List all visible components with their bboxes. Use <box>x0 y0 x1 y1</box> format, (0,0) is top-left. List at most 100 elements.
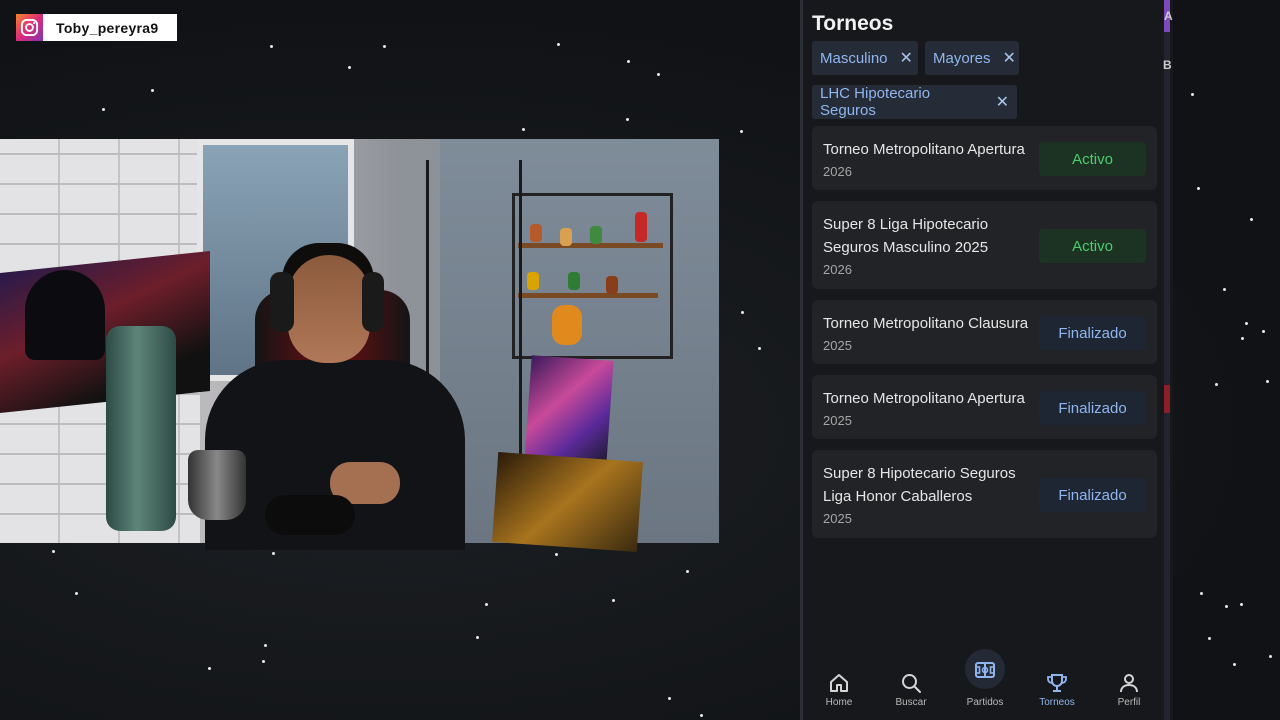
star <box>151 89 154 92</box>
nav-item-home[interactable]: Home <box>809 671 869 708</box>
tournament-card[interactable]: Torneo Metropolitano Apertura 2026 Activ… <box>812 126 1157 190</box>
status-badge: Finalizado <box>1039 391 1146 425</box>
star <box>348 66 351 69</box>
star <box>102 108 105 111</box>
star <box>208 667 211 670</box>
star <box>1200 592 1203 595</box>
nav-label: Partidos <box>966 697 1004 708</box>
star <box>262 660 265 663</box>
star <box>264 644 267 647</box>
status-badge: Activo <box>1039 229 1146 263</box>
edge-text: A <box>1164 9 1173 23</box>
star <box>741 311 744 314</box>
instagram-handle: Toby_pereyra9 <box>56 19 159 36</box>
star <box>627 60 630 63</box>
filter-chip-label: LHC Hipotecario Seguros <box>820 85 931 119</box>
star <box>668 697 671 700</box>
star <box>700 714 703 717</box>
close-icon[interactable]: ✕ <box>900 48 913 68</box>
star <box>626 118 629 121</box>
star <box>383 45 386 48</box>
tournament-year: 2025 <box>823 511 852 526</box>
close-icon[interactable]: ✕ <box>1003 48 1016 68</box>
nav-label: Torneos <box>1039 697 1075 708</box>
star <box>1197 187 1200 190</box>
nav-label: Buscar <box>895 697 927 708</box>
tournament-name: Torneo Metropolitano Apertura <box>823 141 1025 158</box>
tournament-card[interactable]: Torneo Metropolitano Clausura 2025 Final… <box>812 300 1157 364</box>
tournament-card[interactable]: Super 8 Liga Hipotecario Seguros Masculi… <box>812 201 1157 289</box>
nav-label: Home <box>825 697 853 708</box>
figure <box>606 276 618 294</box>
star <box>1269 655 1272 658</box>
microphone <box>265 495 355 535</box>
instagram-icon <box>16 14 43 41</box>
figure <box>552 305 582 345</box>
star <box>758 347 761 350</box>
star <box>272 552 275 555</box>
star <box>476 636 479 639</box>
nav-item-torneos[interactable]: Torneos <box>1027 671 1087 708</box>
star <box>1215 383 1218 386</box>
tournament-year: 2026 <box>823 164 852 179</box>
filter-chip-label: Mayores <box>933 49 991 67</box>
filter-chip[interactable]: Masculino ✕ <box>812 41 918 75</box>
figure <box>527 272 539 290</box>
field-icon <box>975 662 995 678</box>
page-title: Torneos <box>812 12 894 35</box>
star <box>75 592 78 595</box>
person-icon <box>1120 674 1138 693</box>
star <box>1245 322 1248 325</box>
phone-edge-accent <box>1164 385 1170 413</box>
tournament-name: Super 8 Hipotecario Seguros Liga Honor C… <box>823 465 1016 505</box>
nav-item-partidos[interactable]: Partidos <box>955 658 1015 708</box>
tournament-name: Torneo Metropolitano Clausura <box>823 315 1029 332</box>
star <box>657 73 660 76</box>
tournament-year: 2026 <box>823 262 852 277</box>
close-icon[interactable]: ✕ <box>996 92 1009 112</box>
headset <box>362 272 384 332</box>
filter-chip[interactable]: LHC Hipotecario Seguros ✕ <box>812 85 1017 119</box>
star <box>270 45 273 48</box>
painting <box>492 452 643 552</box>
trophy-icon <box>1047 674 1067 692</box>
status-badge: Finalizado <box>1039 316 1146 350</box>
painting <box>524 355 614 466</box>
nav-item-perfil[interactable]: Perfil <box>1099 671 1159 708</box>
star <box>1191 93 1194 96</box>
headset <box>270 272 294 332</box>
star <box>485 603 488 606</box>
tournament-year: 2025 <box>823 413 852 428</box>
poster-figure <box>25 270 105 360</box>
tournament-name: Super 8 Liga Hipotecario Seguros Masculi… <box>823 216 989 256</box>
status-badge: Activo <box>1039 142 1146 176</box>
figure <box>530 224 542 242</box>
tournament-card[interactable]: Torneo Metropolitano Apertura 2025 Final… <box>812 375 1157 439</box>
star <box>612 599 615 602</box>
filter-chip[interactable]: Mayores ✕ <box>925 41 1019 75</box>
figure <box>560 228 572 246</box>
star <box>1262 330 1265 333</box>
star <box>686 570 689 573</box>
star <box>1241 337 1244 340</box>
star <box>1233 663 1236 666</box>
figure <box>635 212 647 242</box>
tournament-name: Torneo Metropolitano Apertura <box>823 390 1025 407</box>
star <box>1266 380 1269 383</box>
tournament-card[interactable]: Super 8 Hipotecario Seguros Liga Honor C… <box>812 450 1157 538</box>
star <box>52 550 55 553</box>
star <box>557 43 560 46</box>
star <box>1240 603 1243 606</box>
star <box>1225 605 1228 608</box>
status-badge: Finalizado <box>1039 478 1146 512</box>
filter-chip-label: Masculino <box>820 49 888 67</box>
star <box>740 130 743 133</box>
edge-text: B <box>1163 58 1172 72</box>
star <box>1223 288 1226 291</box>
thermos <box>106 326 176 531</box>
instagram-overlay: Toby_pereyra9 <box>16 14 177 41</box>
figure <box>590 226 602 244</box>
nav-item-buscar[interactable]: Buscar <box>881 671 941 708</box>
phone-edge <box>1164 0 1170 720</box>
star <box>555 553 558 556</box>
